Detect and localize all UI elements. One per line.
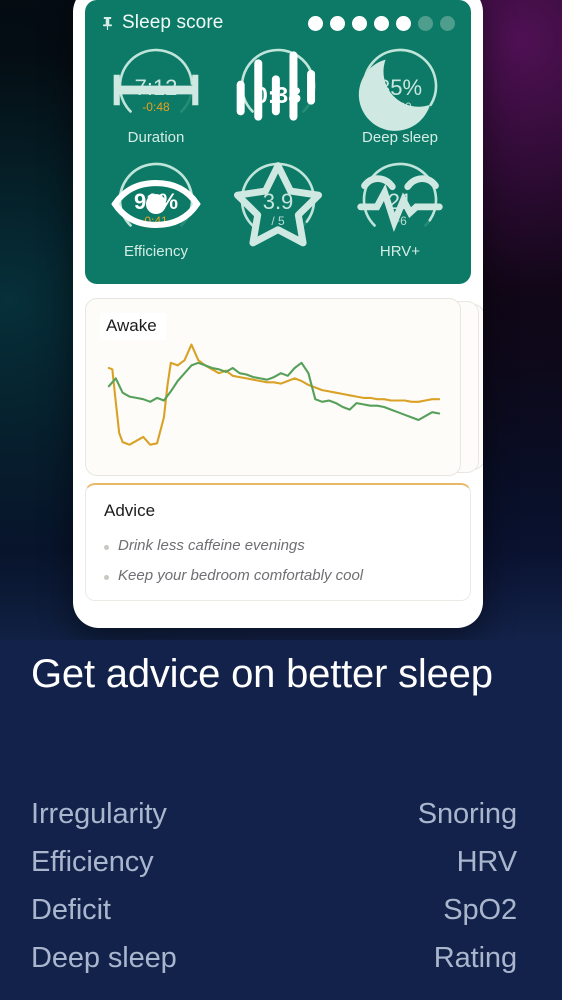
feature-efficiency: Efficiency: [31, 846, 154, 878]
gauge-ring: 0:38: [230, 42, 326, 128]
feature-hrv: HRV: [456, 846, 518, 878]
phone-mockup: Sleep score 7:12-0:48Duration0:3835%2:30…: [73, 0, 483, 628]
chart-series-green-trace: [107, 361, 441, 422]
awake-axis-label: Awake: [100, 313, 166, 340]
advice-card[interactable]: Advice Drink less caffeine evenings Keep …: [85, 483, 471, 601]
gauge-deep-sleep[interactable]: 35%2:30Deep sleep: [339, 42, 461, 154]
page-dot[interactable]: [330, 15, 345, 31]
page-dot[interactable]: [308, 15, 323, 31]
feature-spo2: SpO2: [443, 894, 517, 926]
sleep-score-title-wrap: Sleep score: [101, 12, 223, 34]
feature-column-right: Snoring HRV SpO2 Rating: [418, 795, 517, 977]
gauge-duration[interactable]: 7:12 -0:48 Duration: [95, 42, 217, 154]
promo-headline: Get advice on better sleep: [31, 652, 493, 696]
sleep-score-title: Sleep score: [122, 12, 224, 33]
gauge-grid: 7:12-0:48Duration0:3835%2:30Deep sleep 91…: [85, 36, 471, 268]
advice-item: Keep your bedroom comfortably cool: [104, 561, 452, 591]
advice-item-text: Keep your bedroom comfortably cool: [118, 567, 364, 584]
feature-rating: Rating: [433, 942, 517, 974]
bullet-icon: [104, 575, 109, 580]
gauge-ring: 3.9/ 5: [230, 156, 326, 247]
page-dot[interactable]: [374, 15, 389, 31]
sleep-score-card[interactable]: Sleep score 7:12-0:48Duration0:3835%2:30…: [85, 0, 471, 284]
page-indicator-dots[interactable]: [308, 15, 455, 31]
pin-icon: [101, 16, 114, 31]
page-dot[interactable]: [352, 15, 367, 31]
advice-list: Drink less caffeine evenings Keep your be…: [104, 531, 452, 591]
feature-snoring: Snoring: [417, 798, 517, 830]
sleep-chart-card-stack: Awake: [85, 298, 483, 476]
gauge-ring: 7:12 -0:48: [108, 42, 204, 128]
gauge-ring: 21 +6: [352, 156, 448, 242]
gauge-ring: 91%0:41: [108, 156, 204, 242]
bullet-icon: [104, 545, 109, 550]
page-dot[interactable]: [440, 15, 455, 31]
sleep-chart-card[interactable]: Awake: [85, 298, 461, 476]
promo-section: Get advice on better sleep Irregularity E…: [0, 640, 562, 1000]
app-root: Sleep score 7:12-0:48Duration0:3835%2:30…: [0, 0, 562, 1000]
advice-item: Drink less caffeine evenings: [104, 531, 452, 561]
feature-column-left: Irregularity Efficiency Deficit Deep sleep: [31, 795, 177, 977]
gauge-rating[interactable]: 3.9/ 5: [217, 156, 339, 268]
gauge-noise[interactable]: 0:38: [217, 42, 339, 154]
feature-columns: Irregularity Efficiency Deficit Deep sleep …: [31, 795, 517, 977]
chart-series-orange-trace: [107, 343, 441, 446]
gauge-ring: 35%2:30: [352, 42, 448, 131]
feature-deep-sleep: Deep sleep: [31, 942, 177, 974]
gauge-efficiency[interactable]: 91%0:41Efficiency: [95, 156, 217, 268]
sleep-score-header: Sleep score: [85, 0, 471, 36]
page-dot[interactable]: [418, 15, 433, 31]
advice-title: Advice: [104, 501, 156, 520]
page-dot[interactable]: [396, 15, 411, 31]
feature-irregularity: Irregularity: [31, 798, 167, 830]
feature-deficit: Deficit: [31, 894, 111, 926]
advice-item-text: Drink less caffeine evenings: [118, 537, 305, 554]
gauge-hrv[interactable]: 21 +6 HRV+: [339, 156, 461, 268]
